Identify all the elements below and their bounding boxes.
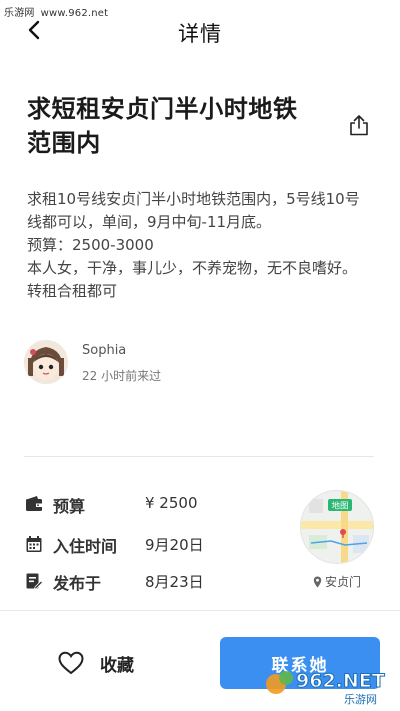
author-last-seen: 22 小时前来过 [82,369,162,383]
map-thumbnail[interactable]: 地图 [300,490,374,564]
page-title: 详情 [178,22,222,46]
favorite-label: 收藏 [100,655,134,676]
calendar-icon [26,536,42,552]
checkin-row: 入住时间 9月20日 [25,532,285,556]
brand-watermark-logo: 962.NET 乐游网 [266,670,385,706]
description-line: 转租合租都可 [27,282,118,300]
share-icon[interactable] [349,114,369,136]
divider [24,456,374,457]
edit-document-icon [26,573,43,590]
description-line: 线都可以，单间，9月中旬-11月底。 [27,213,272,231]
posted-label: 发布于 [53,574,102,593]
avatar[interactable] [24,340,68,384]
author-name: Sophia [82,343,127,358]
favorite-button[interactable]: 收藏 [58,648,134,678]
checkin-value: 9月20日 [145,536,204,554]
wallet-icon [26,496,42,511]
watermark-brand-sub: 乐游网 [344,693,377,706]
post-title-line-2: 范围内 [27,129,101,157]
author-card[interactable]: Sophia 22 小时前来过 [24,340,224,386]
post-description: 求租10号线安贞门半小时地铁范围内，5号线10号 线都可以，单间，9月中旬-11… [27,188,377,303]
post-title: 求短租安贞门半小时地铁 范围内 [27,92,327,160]
description-line: 预算：2500-3000 [27,236,154,254]
header: 详情 [0,0,400,60]
budget-value: ¥ 2500 [145,494,198,512]
post-title-line-1: 求短租安贞门半小时地铁 [27,95,298,123]
budget-label: 预算 [53,497,86,516]
checkin-label: 入住时间 [53,537,118,556]
description-line: 求租10号线安贞门半小时地铁范围内，5号线10号 [27,190,360,208]
description-line: 本人女，干净，事儿少，不养宠物，无不良嗜好。 [27,259,358,277]
posted-value: 8月23日 [145,573,204,591]
map-badge-label: 地图 [331,501,348,512]
posted-row: 发布于 8月23日 [25,569,285,593]
heart-icon [58,651,84,675]
map-location-label: 安贞门 [325,575,362,589]
map-location: 安贞门 [313,573,361,590]
location-pin-icon [313,576,322,587]
watermark-brand: 962.NET [296,670,385,692]
budget-row: 预算 ¥ 2500 [25,492,285,516]
